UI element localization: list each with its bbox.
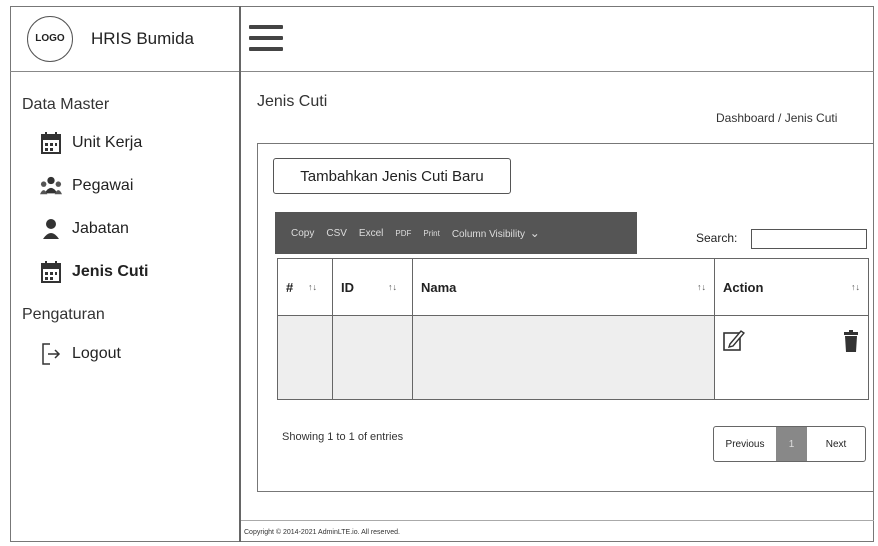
section-pengaturan: Pengaturan [22, 306, 105, 323]
breadcrumb[interactable]: Dashboard / Jenis Cuti [716, 111, 837, 125]
logo: LOGO [27, 15, 73, 62]
sidebar-item-unit-kerja[interactable]: Unit Kerja [10, 129, 239, 157]
user-icon [40, 217, 62, 241]
logout-link[interactable]: Logout [10, 340, 239, 368]
logout-label: Logout [72, 345, 121, 362]
cell-id [332, 315, 413, 400]
sort-icon: ↑↓ [851, 282, 860, 292]
pdf-button[interactable]: PDF [395, 229, 411, 238]
column-header-label: Action [723, 279, 764, 295]
table-header-row: # ↑↓ ID ↑↓ Nama ↑↓ Action ↑↓ [277, 258, 869, 316]
footer: Copyright © 2014-2021 AdminLTE.io. All r… [241, 520, 874, 536]
sidebar: LOGO HRIS Bumida Data Master Unit Kerja … [10, 6, 241, 542]
hamburger-icon[interactable] [249, 25, 283, 53]
calendar-icon [40, 260, 62, 284]
users-icon [40, 174, 62, 198]
jenis-cuti-table: # ↑↓ ID ↑↓ Nama ↑↓ Action ↑↓ [277, 258, 869, 400]
sidebar-item-label: Jenis Cuti [72, 263, 149, 280]
page-1-button[interactable]: 1 [776, 427, 807, 461]
edit-icon[interactable] [723, 328, 746, 352]
page-title: Jenis Cuti [257, 93, 328, 110]
column-header-label: # [286, 279, 294, 295]
sort-icon: ↑↓ [308, 282, 317, 292]
search-label: Search: [696, 231, 738, 245]
column-header-id[interactable]: ID ↑↓ [332, 258, 413, 316]
csv-button[interactable]: CSV [326, 228, 347, 239]
column-header-number[interactable]: # ↑↓ [277, 258, 333, 316]
sidebar-item-pegawai[interactable]: Pegawai [10, 172, 239, 200]
search-input[interactable] [751, 229, 867, 249]
column-header-label: ID [341, 279, 354, 295]
sort-icon: ↑↓ [697, 282, 706, 292]
cell-number [277, 315, 333, 400]
column-header-nama[interactable]: Nama ↑↓ [412, 258, 715, 316]
table-row [277, 315, 869, 400]
column-header-label: Nama [421, 279, 457, 295]
cell-action [714, 315, 869, 400]
pagination: Previous 1 Next [713, 426, 866, 462]
brand-name: HRIS Bumida [91, 28, 194, 48]
sidebar-item-jabatan[interactable]: Jabatan [10, 215, 239, 243]
export-toolbar: Copy CSV Excel PDF Print Column Visibili… [275, 212, 637, 254]
excel-button[interactable]: Excel [359, 228, 383, 239]
previous-button[interactable]: Previous [714, 427, 776, 461]
sidebar-item-label: Jabatan [72, 220, 129, 237]
trash-icon[interactable] [844, 330, 858, 352]
sidebar-item-jenis-cuti[interactable]: Jenis Cuti [10, 258, 239, 286]
print-button[interactable]: Print [423, 229, 439, 238]
section-data-master: Data Master [22, 96, 110, 113]
brand[interactable]: LOGO HRIS Bumida [10, 6, 239, 72]
column-header-action[interactable]: Action ↑↓ [714, 258, 869, 316]
chevron-down-icon: ⌄ [529, 226, 540, 240]
add-jenis-cuti-button[interactable]: Tambahkan Jenis Cuti Baru [273, 158, 511, 194]
sidebar-item-label: Pegawai [72, 177, 134, 194]
column-visibility-button[interactable]: Column Visibility ⌄ [452, 226, 540, 240]
calendar-icon [40, 131, 62, 155]
next-button[interactable]: Next [807, 427, 865, 461]
copy-button[interactable]: Copy [291, 228, 314, 239]
sort-icon: ↑↓ [388, 282, 397, 292]
column-visibility-label: Column Visibility [451, 229, 526, 240]
cell-nama [412, 315, 715, 400]
sidebar-item-label: Unit Kerja [72, 134, 143, 151]
top-navbar [241, 6, 874, 72]
table-info: Showing 1 to 1 of entries [282, 431, 404, 443]
logout-icon [40, 342, 62, 366]
